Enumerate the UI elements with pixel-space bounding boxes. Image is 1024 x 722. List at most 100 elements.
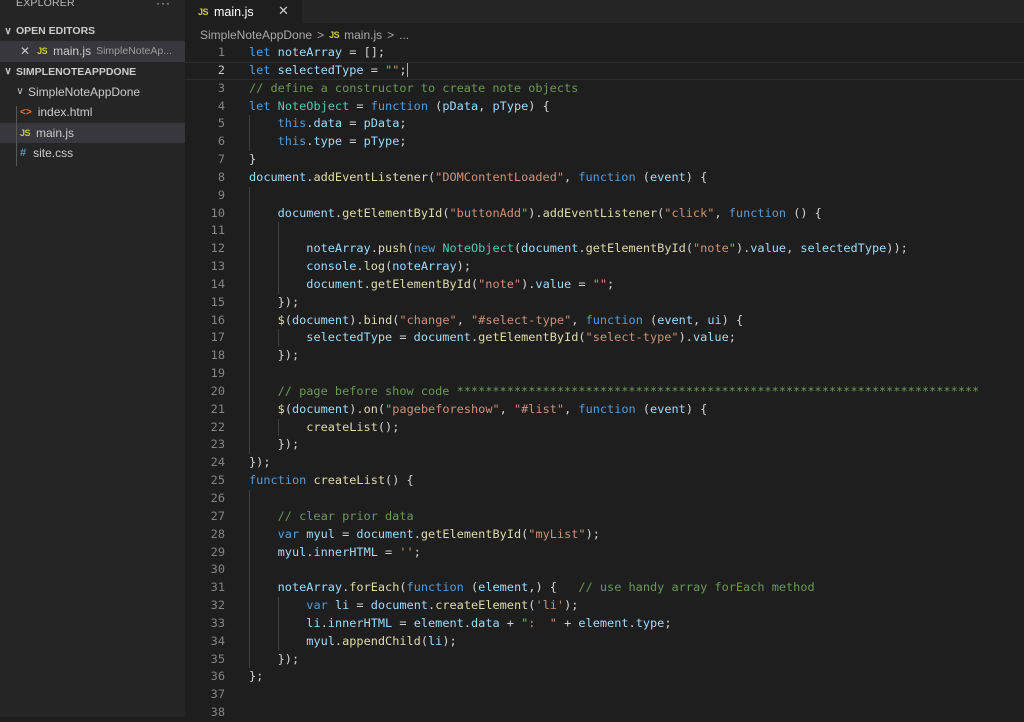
token-punctuation [249,134,278,148]
code-line[interactable]: 1 let noteArray = []; [185,44,1024,62]
open-editor-item[interactable]: ✕ JS main.js SimpleNoteAp... [0,41,185,62]
token-keyword: function [578,169,636,184]
code-line[interactable]: 24}); [185,454,1024,472]
token-punctuation: ( [420,633,429,648]
token-punctuation: , [478,98,493,113]
code-line[interactable]: 26 [185,490,1024,508]
code-line[interactable]: 3 // define a constructor to create note … [185,80,1024,98]
token-punctuation: ( [642,312,658,327]
line-number: 37 [210,687,225,702]
code-line[interactable]: 30 [185,561,1024,579]
code-line[interactable]: 7} [185,151,1024,169]
code-line[interactable]: 35 }); [185,651,1024,669]
code-line[interactable]: 16 $(document).bind("change", "#select-t… [185,312,1024,330]
code-line[interactable]: 34 myul.appendChild(li); [185,633,1024,651]
file-item-main-js[interactable]: JS main.js [0,122,185,143]
code-text: // page before show code ***************… [249,383,980,401]
code-line[interactable]: 22 createList(); [185,419,1024,437]
line-number: 33 [210,615,225,630]
code-line[interactable]: 14 document.getElementById("note").value… [185,276,1024,294]
breadcrumb-file[interactable]: main.js [344,28,382,42]
html-file-icon: <> [20,106,32,118]
code-line[interactable]: 18 }); [185,347,1024,365]
code-line[interactable]: 12 noteArray.push(new NoteObject(documen… [185,240,1024,258]
token-keyword: function [249,473,307,488]
token-function-name: createElement [435,598,529,613]
code-line[interactable]: 15 }); [185,294,1024,312]
token-punctuation: ( [442,205,450,220]
explorer-sidebar: EXPLORER ··· ∨ OPEN EDITORS ✕ JS main.js… [0,0,185,717]
file-item-site-css[interactable]: # site.css [0,143,185,164]
line-number: 5 [217,116,225,131]
code-line[interactable]: 19 [185,365,1024,383]
workspace-section[interactable]: ∨ SIMPLENOTEAPPDONE [0,62,185,82]
token-variable: document [249,169,307,184]
code-editor[interactable]: 1 let noteArray = []; 2 let selectedType = … [185,44,1024,719]
close-tab-icon[interactable]: ✕ [278,3,289,19]
code-line[interactable]: 13 console.log(noteArray); [185,258,1024,276]
code-text: // clear prior data [249,508,414,526]
code-line[interactable]: 38 [185,704,1024,722]
token-punctuation: ( [406,241,414,256]
breadcrumb-symbol[interactable]: ... [399,28,409,42]
code-line[interactable]: 29 myul.innerHTML = ''; [185,544,1024,562]
tab-main-js[interactable]: JS main.js ✕ [185,0,302,23]
code-line[interactable]: 36}; [185,668,1024,686]
file-name: site.css [33,146,74,161]
token-punctuation: , [714,205,729,220]
code-text: document.addEventListener("DOMContentLoa… [249,169,707,187]
close-icon[interactable]: ✕ [20,44,30,58]
token-punctuation: ); [585,526,600,541]
css-file-icon: # [20,147,27,160]
token-variable: document [291,312,350,327]
code-line[interactable]: 11 [185,222,1024,240]
token-punctuation: = [377,544,400,559]
open-editors-label: OPEN EDITORS [16,25,96,37]
token-punctuation: ( [284,401,292,416]
token-variable: innerHTML [327,615,393,630]
token-string: '' [399,544,414,559]
code-line[interactable]: 20 // page before show code ************… [185,383,1024,401]
code-line[interactable]: 4 let NoteObject = function (pData, pType… [185,98,1024,116]
token-variable: pData [363,116,400,131]
token-type-name: NoteObject [442,241,514,256]
open-editors-section[interactable]: ∨ OPEN EDITORS [0,21,185,41]
token-punctuation: = [334,526,357,541]
code-line[interactable]: 5 this.data = pData; [185,115,1024,133]
token-punctuation: (); [377,419,400,434]
code-line[interactable]: 17 selectedType = document.getElementByI… [185,329,1024,347]
token-punctuation: ( [399,580,407,595]
code-line[interactable]: 37 [185,686,1024,704]
code-line[interactable]: 23 }); [185,436,1024,454]
token-punctuation: ). [349,401,364,416]
code-text: document.getElementById("buttonAdd").add… [249,205,822,223]
code-line[interactable]: 32 var li = document.createElement('li')… [185,597,1024,615]
token-punctuation: = [571,276,593,291]
code-line[interactable]: 28 var myul = document.getElementById("m… [185,526,1024,544]
token-punctuation: ) { [685,169,708,184]
line-number: 9 [217,187,225,202]
token-variable: innerHTML [313,544,378,559]
token-punctuation [249,384,278,398]
code-line[interactable]: 9 [185,187,1024,205]
code-line[interactable]: 2 let selectedType = ""; [185,62,1024,80]
line-number: 30 [210,562,225,577]
breadcrumb-folder[interactable]: SimpleNoteAppDone [200,28,312,42]
token-function-name: on [363,401,378,416]
folder-item[interactable]: ∨ SimpleNoteAppDone [0,82,185,103]
code-line[interactable]: 6 this.type = pType; [185,133,1024,151]
token-variable: event [650,401,686,416]
code-line[interactable]: 21 $(document).on("pagebeforeshow", "#li… [185,401,1024,419]
code-text: createList(); [249,419,399,437]
code-line[interactable]: 27 // clear prior data [185,508,1024,526]
token-variable: selectedType [277,62,364,77]
file-item-index-html[interactable]: <> index.html [0,102,185,123]
code-line[interactable]: 25 function createList() { [185,472,1024,490]
code-line[interactable]: 31 noteArray.forEach(function (element,)… [185,579,1024,597]
code-line[interactable]: 8 document.addEventListener("DOMContentLo… [185,169,1024,187]
token-keyword: this [277,134,307,149]
more-actions-icon[interactable]: ··· [156,0,171,10]
code-line[interactable]: 33 li.innerHTML = element.data + ": " + … [185,615,1024,633]
token-string: "click" [664,205,715,220]
code-line[interactable]: 10 document.getElementById("buttonAdd").… [185,205,1024,223]
